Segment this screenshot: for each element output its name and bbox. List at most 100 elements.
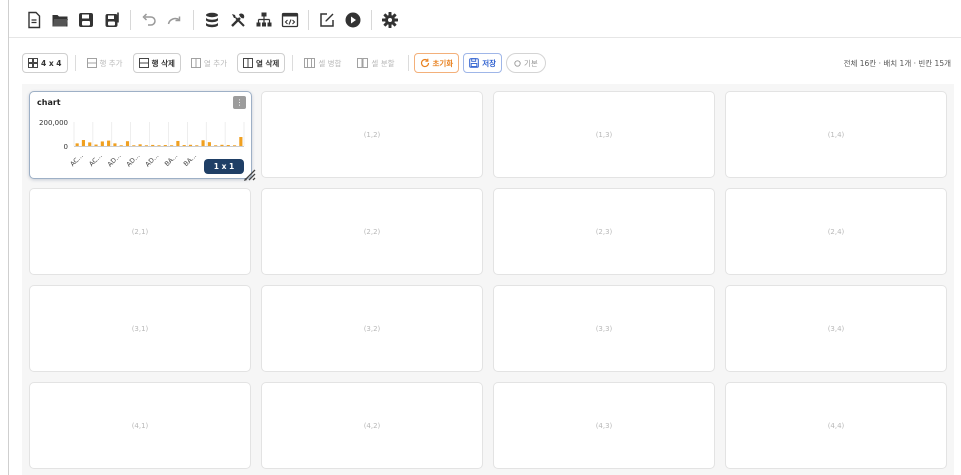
main-toolbar	[22, 8, 404, 32]
edit-icon[interactable]	[315, 8, 339, 32]
bar	[113, 143, 117, 146]
reset-label: 초기화	[432, 58, 454, 68]
bar	[157, 145, 161, 146]
bar	[81, 140, 86, 146]
cell-coordinate-label: (1,3)	[595, 130, 613, 139]
cell-coordinate-label: (2,3)	[595, 227, 613, 236]
bar	[151, 144, 155, 146]
chart-widget[interactable]: chart ⋮ 200,000 0 AC... AC... AD... AD... AD... B…	[29, 91, 256, 181]
toolbar-divider	[9, 37, 961, 38]
window-left-border	[8, 0, 9, 475]
x-tick-label: AC...	[87, 152, 103, 168]
bar	[138, 144, 142, 146]
bar	[100, 141, 104, 146]
cell-coordinate-label: (3,2)	[363, 324, 381, 333]
play-icon[interactable]	[341, 8, 365, 32]
undo-icon[interactable]	[137, 8, 161, 32]
toolbar-separator	[74, 55, 76, 71]
bar	[144, 145, 148, 146]
save-icon	[469, 58, 480, 68]
redo-icon[interactable]	[163, 8, 187, 32]
database-icon[interactable]	[200, 8, 224, 32]
toolbar-separator	[308, 10, 309, 30]
bar	[125, 141, 130, 146]
bar	[119, 145, 123, 146]
toolbar-separator	[193, 10, 194, 30]
cell-coordinate-label: (2,4)	[827, 227, 845, 236]
bar	[182, 145, 186, 146]
x-tick-label: AD...	[106, 152, 123, 169]
split-cells-icon	[357, 58, 369, 68]
add-column-label: 열 추가	[203, 58, 227, 68]
layout-select-button[interactable]: 4 x 4	[22, 53, 68, 73]
save-as-icon[interactable]	[100, 8, 124, 32]
add-column-button[interactable]: 열 추가	[184, 53, 233, 73]
grid-icon	[28, 58, 38, 68]
resize-handle-icon[interactable]	[243, 168, 257, 182]
x-tick-label: BA...	[182, 152, 198, 168]
grid-cell[interactable]: (3,2)	[261, 285, 483, 372]
merge-cells-label: 셀 병합	[318, 58, 342, 68]
grid-cell[interactable]: (2,4)	[725, 188, 947, 275]
x-tick-label: AC...	[69, 152, 85, 168]
bar	[226, 145, 230, 146]
toolbar-separator	[407, 55, 409, 71]
bar	[163, 145, 167, 146]
delete-column-button[interactable]: 열 삭제	[237, 53, 286, 73]
bar	[220, 144, 224, 146]
grid-cell[interactable]: (3,1)	[29, 285, 251, 372]
size-badge: 1 x 1	[204, 159, 244, 174]
cell-coordinate-label: (3,4)	[827, 324, 845, 333]
cell-coordinate-label: (4,2)	[363, 421, 381, 430]
bar	[75, 143, 79, 146]
grid-cell[interactable]: (2,1)	[29, 188, 251, 275]
grid-cell[interactable]: (4,3)	[493, 382, 715, 469]
split-cells-label: 셀 분할	[371, 58, 395, 68]
grid-cell[interactable]: (2,3)	[493, 188, 715, 275]
grid-cell[interactable]: (4,4)	[725, 382, 947, 469]
grid-toolbar: 4 x 4 행 추가 행 삭제 열 추가 열 삭제 셀 병합 셀 분할 초기화 …	[22, 52, 951, 74]
cell-coordinate-label: (3,1)	[131, 324, 149, 333]
x-tick-label: BA...	[163, 152, 179, 168]
bar	[94, 144, 98, 146]
bar	[201, 140, 205, 146]
add-row-button[interactable]: 행 추가	[80, 53, 129, 73]
grid-cell[interactable]: (2,2)	[261, 188, 483, 275]
save-layout-button[interactable]: 저장	[463, 53, 503, 73]
toolbar-separator	[130, 10, 131, 30]
delete-row-label: 행 삭제	[151, 58, 175, 68]
new-file-icon[interactable]	[22, 8, 46, 32]
grid-cell[interactable]: (3,3)	[493, 285, 715, 372]
cell-coordinate-label: (3,3)	[595, 324, 613, 333]
reset-button[interactable]: 초기화	[413, 53, 460, 73]
cell-coordinate-label: (4,3)	[595, 421, 613, 430]
grid-cell[interactable]: (1,3)	[493, 91, 715, 178]
code-window-icon[interactable]	[278, 8, 302, 32]
cell-coordinate-label: (2,1)	[131, 227, 149, 236]
delete-row-button[interactable]: 행 삭제	[132, 53, 181, 73]
split-cells-button[interactable]: 셀 분할	[351, 53, 401, 73]
refresh-icon	[420, 58, 430, 68]
default-toggle[interactable]: 기본	[506, 53, 546, 73]
x-tick-label: AD...	[125, 152, 142, 169]
x-tick-label: AD...	[144, 152, 161, 169]
settings-icon[interactable]	[378, 8, 402, 32]
grid-cell[interactable]: (4,1)	[29, 382, 251, 469]
save-layout-label: 저장	[482, 58, 497, 68]
delete-row-icon	[138, 58, 149, 68]
merge-cells-button[interactable]: 셀 병합	[298, 53, 348, 73]
grid-cell[interactable]: (4,2)	[261, 382, 483, 469]
grid-cell[interactable]: (1,4)	[725, 91, 947, 178]
tools-icon[interactable]	[226, 8, 250, 32]
grid-cell[interactable]: (1,2)	[261, 91, 483, 178]
grid-cell[interactable]: (3,4)	[725, 285, 947, 372]
cell-coordinate-label: (1,4)	[827, 130, 845, 139]
grid-status-text: 전체 16칸 · 배치 1개 · 빈칸 15개	[843, 58, 951, 68]
hierarchy-icon[interactable]	[252, 8, 276, 32]
open-folder-icon[interactable]	[48, 8, 72, 32]
save-icon[interactable]	[74, 8, 98, 32]
merge-cells-icon	[304, 58, 316, 68]
bar	[207, 142, 211, 146]
bar	[132, 145, 136, 146]
bar	[232, 145, 237, 146]
